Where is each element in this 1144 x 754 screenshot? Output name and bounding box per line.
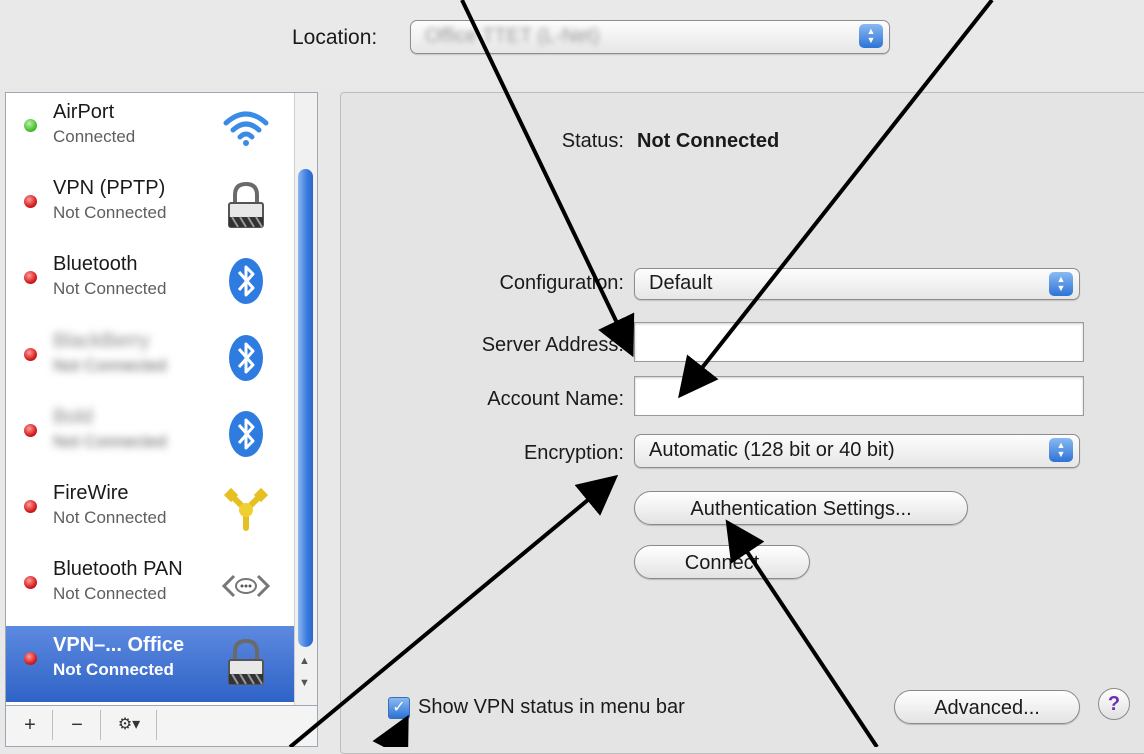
- status-dot-icon: [24, 195, 37, 209]
- bluetooth-icon: [220, 255, 272, 307]
- divider: [52, 710, 53, 740]
- location-bar: Location: Office TTET (L-Net) ▲ ▼: [0, 0, 1144, 86]
- service-item-5[interactable]: Bold Not Connected: [6, 398, 296, 474]
- service-list[interactable]: AirPort Connected VPN (PPTP) Not Connected B…: [5, 92, 318, 706]
- service-name: Bluetooth PAN: [53, 558, 183, 581]
- service-item-4[interactable]: BlackBerry Not Connected: [6, 322, 296, 398]
- firewire-icon: [220, 484, 272, 536]
- remove-service-button[interactable]: −: [66, 712, 88, 738]
- encryption-label: Encryption:: [523, 442, 624, 464]
- status-value: Not Connected: [637, 130, 780, 152]
- service-name: AirPort: [53, 101, 115, 123]
- service-status: Not Connected: [53, 508, 167, 527]
- service-item-8[interactable]: VPN–... Office Not Connected: [6, 626, 296, 703]
- status-dot-icon: [24, 500, 37, 513]
- service-name: Bold: [53, 405, 94, 428]
- service-name: BlackBerry: [53, 329, 150, 352]
- bluetooth-icon: [220, 408, 272, 460]
- location-value: Office TTET (L-Net): [425, 25, 600, 47]
- lock-icon: [220, 636, 272, 688]
- service-name: VPN–... Office: [53, 634, 185, 657]
- account-name-field[interactable]: [634, 376, 1084, 416]
- configuration-label: Configuration:: [499, 272, 624, 294]
- location-label: Location:: [292, 26, 378, 49]
- scroll-down-icon[interactable]: ▼: [299, 677, 310, 689]
- service-status: Not Connected: [53, 431, 167, 451]
- service-status: Not Connected: [53, 660, 174, 680]
- location-popup[interactable]: Office TTET (L-Net) ▲ ▼: [410, 20, 890, 54]
- service-item-1[interactable]: AirPort Connected: [6, 93, 296, 169]
- service-name: VPN (PPTP): [53, 177, 166, 200]
- encryption-value: Automatic (128 bit or 40 bit): [649, 439, 895, 461]
- pan-icon: [220, 560, 272, 612]
- status-dot-icon: [24, 271, 37, 285]
- service-item-3[interactable]: Bluetooth Not Connected: [6, 245, 296, 321]
- service-item-7[interactable]: Bluetooth PAN Not Connected: [6, 550, 296, 626]
- popup-stepper-icon: ▲ ▼: [1049, 272, 1073, 296]
- status-label: Status:: [561, 130, 624, 152]
- service-status: Not Connected: [53, 584, 167, 604]
- status-dot-icon: [24, 119, 37, 132]
- connect-button[interactable]: Connect: [634, 545, 810, 579]
- service-name: FireWire: [53, 482, 129, 504]
- status-dot-icon: [24, 347, 37, 361]
- wifi-icon: [220, 103, 272, 155]
- configuration-popup[interactable]: Default ▲ ▼: [634, 268, 1080, 300]
- service-status: Connected: [53, 127, 136, 146]
- scrollbar-thumb[interactable]: [298, 169, 313, 647]
- authentication-settings-button[interactable]: Authentication Settings...: [634, 491, 968, 525]
- help-button[interactable]: ?: [1098, 688, 1130, 720]
- divider: [156, 710, 157, 740]
- scroll-up-icon[interactable]: ▲: [299, 655, 310, 667]
- server-address-field[interactable]: [634, 322, 1084, 362]
- service-status: Not Connected: [53, 203, 167, 223]
- advanced-button[interactable]: Advanced...: [894, 690, 1080, 724]
- status-dot-icon: [24, 576, 37, 590]
- popup-stepper-icon: ▲ ▼: [1049, 438, 1073, 462]
- popup-stepper-icon: ▲ ▼: [859, 24, 883, 48]
- service-item-2[interactable]: VPN (PPTP) Not Connected: [6, 169, 296, 245]
- sidebar-toolbar: + − ⚙▾: [5, 706, 318, 747]
- service-name: Bluetooth: [53, 253, 138, 276]
- sidebar-scrollbar[interactable]: ▲ ▼: [294, 93, 317, 705]
- account-name-label: Account Name:: [487, 388, 624, 410]
- service-item-6[interactable]: FireWire Not Connected: [6, 474, 296, 550]
- configuration-value: Default: [649, 272, 713, 294]
- service-status: Not Connected: [53, 279, 167, 299]
- add-service-button[interactable]: +: [20, 712, 40, 738]
- status-dot-icon: [24, 652, 37, 666]
- bluetooth-icon: [220, 332, 272, 384]
- lock-icon: [220, 179, 272, 231]
- show-vpn-status-label: Show VPN status in menu bar: [418, 696, 685, 718]
- status-dot-icon: [24, 423, 37, 437]
- divider: [100, 710, 101, 740]
- show-vpn-status-checkbox[interactable]: ✓: [388, 697, 410, 719]
- encryption-popup[interactable]: Automatic (128 bit or 40 bit) ▲ ▼: [634, 434, 1080, 468]
- gear-menu-button[interactable]: ⚙▾: [114, 712, 144, 738]
- service-status: Not Connected: [53, 355, 167, 375]
- vpn-config-panel: [340, 92, 1144, 754]
- server-address-label: Server Address:: [481, 334, 624, 356]
